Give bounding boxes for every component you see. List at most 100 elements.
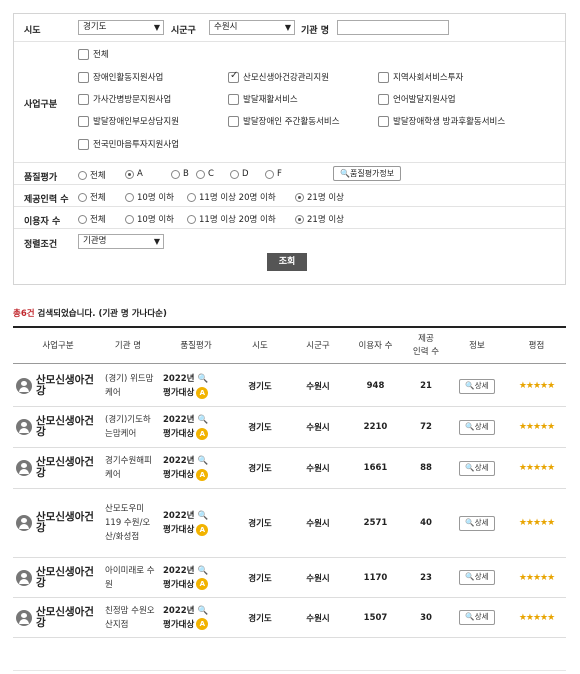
chevron-down-icon: ▼ <box>153 23 160 32</box>
detail-label: 상세 <box>474 462 489 472</box>
search-icon: 🔍 <box>465 612 475 621</box>
cell-sigungu: 수원시 <box>306 464 330 474</box>
quality-year: 2022년 <box>163 415 195 425</box>
search-icon[interactable]: 🔍 <box>197 566 208 576</box>
quality-year: 2022년 <box>163 456 195 466</box>
quality-eval: 평가대상 <box>163 619 195 630</box>
detail-button[interactable]: 🔍상세 <box>459 570 495 585</box>
org-name-input[interactable] <box>337 20 449 35</box>
org-name-link[interactable]: (경기) 위드맘케어 <box>105 372 155 400</box>
business-checkbox[interactable]: 장애인활동지원사업 <box>78 71 163 83</box>
cell-org-name[interactable]: (경기)기도하는맘케어 <box>105 407 155 447</box>
quality-radio[interactable]: B <box>171 169 189 179</box>
search-icon[interactable]: 🔍 <box>197 511 208 521</box>
sigungu-select[interactable]: 수원시 ▼ <box>209 20 295 35</box>
cell-business-type: 산모신생아건강 <box>13 407 103 447</box>
cell-org-name[interactable]: 친정맘 수원오산지점 <box>105 598 155 637</box>
staff-label: 제공인력 수 <box>24 195 69 205</box>
table-row: 산모신생아건강 경기수원해피케어 2022년 🔍 평가대상 A 경기도 수원시 1661 88 🔍… <box>13 448 566 489</box>
staff-radio[interactable]: 전체 <box>78 191 106 203</box>
cell-org-name[interactable]: (경기) 위드맘케어 <box>105 366 155 406</box>
cell-sigungu: 수원시 <box>306 382 330 392</box>
sort-value: 기관명 <box>83 236 107 246</box>
radio-icon <box>187 192 196 202</box>
quality-radio[interactable]: A <box>125 169 143 179</box>
business-checkbox[interactable]: 전국민마음투자지원사업 <box>78 138 179 150</box>
cell-info: 🔍상세 <box>447 448 507 488</box>
cell-info: 🔍상세 <box>447 407 507 447</box>
star-rating: ★★★★★ <box>518 381 555 391</box>
org-name-link[interactable]: 친정맘 수원오산지점 <box>105 604 155 632</box>
business-checkbox[interactable]: 발달장애학생 방과후활동서비스 <box>378 115 505 127</box>
search-icon[interactable]: 🔍 <box>197 415 208 425</box>
table-row: 산모신생아건강 산모도우미119 수원/오산/화성점 2022년 🔍 평가대상 A 경기도… <box>13 489 566 558</box>
quality-radio-label: F <box>277 169 282 179</box>
search-icon: 🔍 <box>465 462 475 472</box>
business-checkbox-label: 가사간병방문지원사업 <box>93 95 172 105</box>
cell-users: 2210 <box>363 422 388 432</box>
quality-info-button[interactable]: 🔍품질평가정보 <box>333 166 402 181</box>
users-radio[interactable]: 21명 이상 <box>295 213 344 225</box>
cell-sido: 경기도 <box>248 613 272 624</box>
quality-radio[interactable]: D <box>230 169 249 179</box>
quality-radio-label: B <box>183 169 189 179</box>
search-icon[interactable]: 🔍 <box>197 456 208 466</box>
sort-row: 정렬조건 기관명 ▼ <box>14 229 565 254</box>
detail-button[interactable]: 🔍상세 <box>459 460 495 476</box>
business-type-text: 산모신생아건강 <box>36 374 94 397</box>
cell-rating: ★★★★★ <box>507 366 566 406</box>
users-radio[interactable]: 전체 <box>78 213 106 225</box>
grade-a-icon: A <box>196 523 209 536</box>
business-checkbox[interactable]: 언어발달지원사업 <box>378 93 456 105</box>
checkbox-icon <box>78 48 89 60</box>
search-icon[interactable]: 🔍 <box>197 606 208 616</box>
users-radio[interactable]: 11명 이상 20명 이하 <box>187 213 276 225</box>
staff-radio[interactable]: 21명 이상 <box>295 191 344 203</box>
detail-label: 상세 <box>474 517 489 527</box>
business-checkbox[interactable]: 전체 <box>78 48 109 60</box>
search-button[interactable]: 조회 <box>267 253 307 271</box>
cell-org-name[interactable]: 경기수원해피케어 <box>105 448 155 488</box>
sort-select[interactable]: 기관명 ▼ <box>78 234 164 249</box>
users-radio[interactable]: 10명 이하 <box>125 213 174 225</box>
staff-radio[interactable]: 11명 이상 20명 이하 <box>187 191 276 203</box>
users-radio-label: 21명 이상 <box>307 215 344 225</box>
business-type-text: 산모신생아건강 <box>36 565 94 589</box>
business-checkbox[interactable]: 지역사회서비스투자 <box>378 71 463 83</box>
detail-button[interactable]: 🔍상세 <box>459 419 495 435</box>
table-row: 산모신생아건강 아이미래로 수원 2022년 🔍 평가대상 A 경기도 수원시 1170 23 🔍… <box>13 558 566 598</box>
org-name-link[interactable]: 산모도우미119 수원/오산/화성점 <box>105 502 155 544</box>
business-checkbox[interactable]: 가사간병방문지원사업 <box>78 93 171 105</box>
detail-button[interactable]: 🔍상세 <box>459 378 495 394</box>
business-checkbox-label: 발달장애학생 방과후활동서비스 <box>393 117 506 127</box>
sigungu-label: 시군구 <box>171 26 196 36</box>
org-name-link[interactable]: 아이미래로 수원 <box>105 564 155 592</box>
business-checkbox[interactable]: 산모신생아건강관리지원 <box>228 70 329 83</box>
cell-org-name[interactable]: 아이미래로 수원 <box>105 558 155 597</box>
detail-label: 상세 <box>474 612 489 621</box>
cell-sigungu: 수원시 <box>306 573 330 584</box>
quality-radio[interactable]: 전체 <box>78 169 106 181</box>
business-checkbox[interactable]: 발달재활서비스 <box>228 93 298 105</box>
quality-radio[interactable]: C <box>196 169 214 179</box>
org-name-link[interactable]: 경기수원해피케어 <box>105 454 155 482</box>
cell-rating: ★★★★★ <box>507 558 566 597</box>
detail-button[interactable]: 🔍상세 <box>459 610 495 625</box>
sido-select[interactable]: 경기도 ▼ <box>78 20 164 35</box>
org-name-link[interactable]: (경기)기도하는맘케어 <box>105 413 155 441</box>
detail-button[interactable]: 🔍상세 <box>459 515 495 531</box>
quality-radio-label: 전체 <box>90 171 106 181</box>
person-icon <box>16 460 32 476</box>
business-label: 사업구분 <box>24 100 58 110</box>
cell-staff: 23 <box>420 572 432 583</box>
cell-quality: 2022년 🔍 평가대상 A <box>163 448 233 488</box>
search-icon[interactable]: 🔍 <box>197 374 208 384</box>
cell-sigungu: 수원시 <box>306 519 330 529</box>
business-checkbox[interactable]: 발달장애인부모상담지원 <box>78 115 179 127</box>
cell-org-name[interactable]: 산모도우미119 수원/오산/화성점 <box>105 489 155 557</box>
business-type-text: 산모신생아건강 <box>36 605 94 629</box>
staff-radio[interactable]: 10명 이하 <box>125 191 174 203</box>
quality-radio[interactable]: F <box>265 169 282 179</box>
business-checkbox[interactable]: 발달장애인 주간활동서비스 <box>228 115 340 127</box>
th-business-type: 사업구분 <box>42 340 74 351</box>
